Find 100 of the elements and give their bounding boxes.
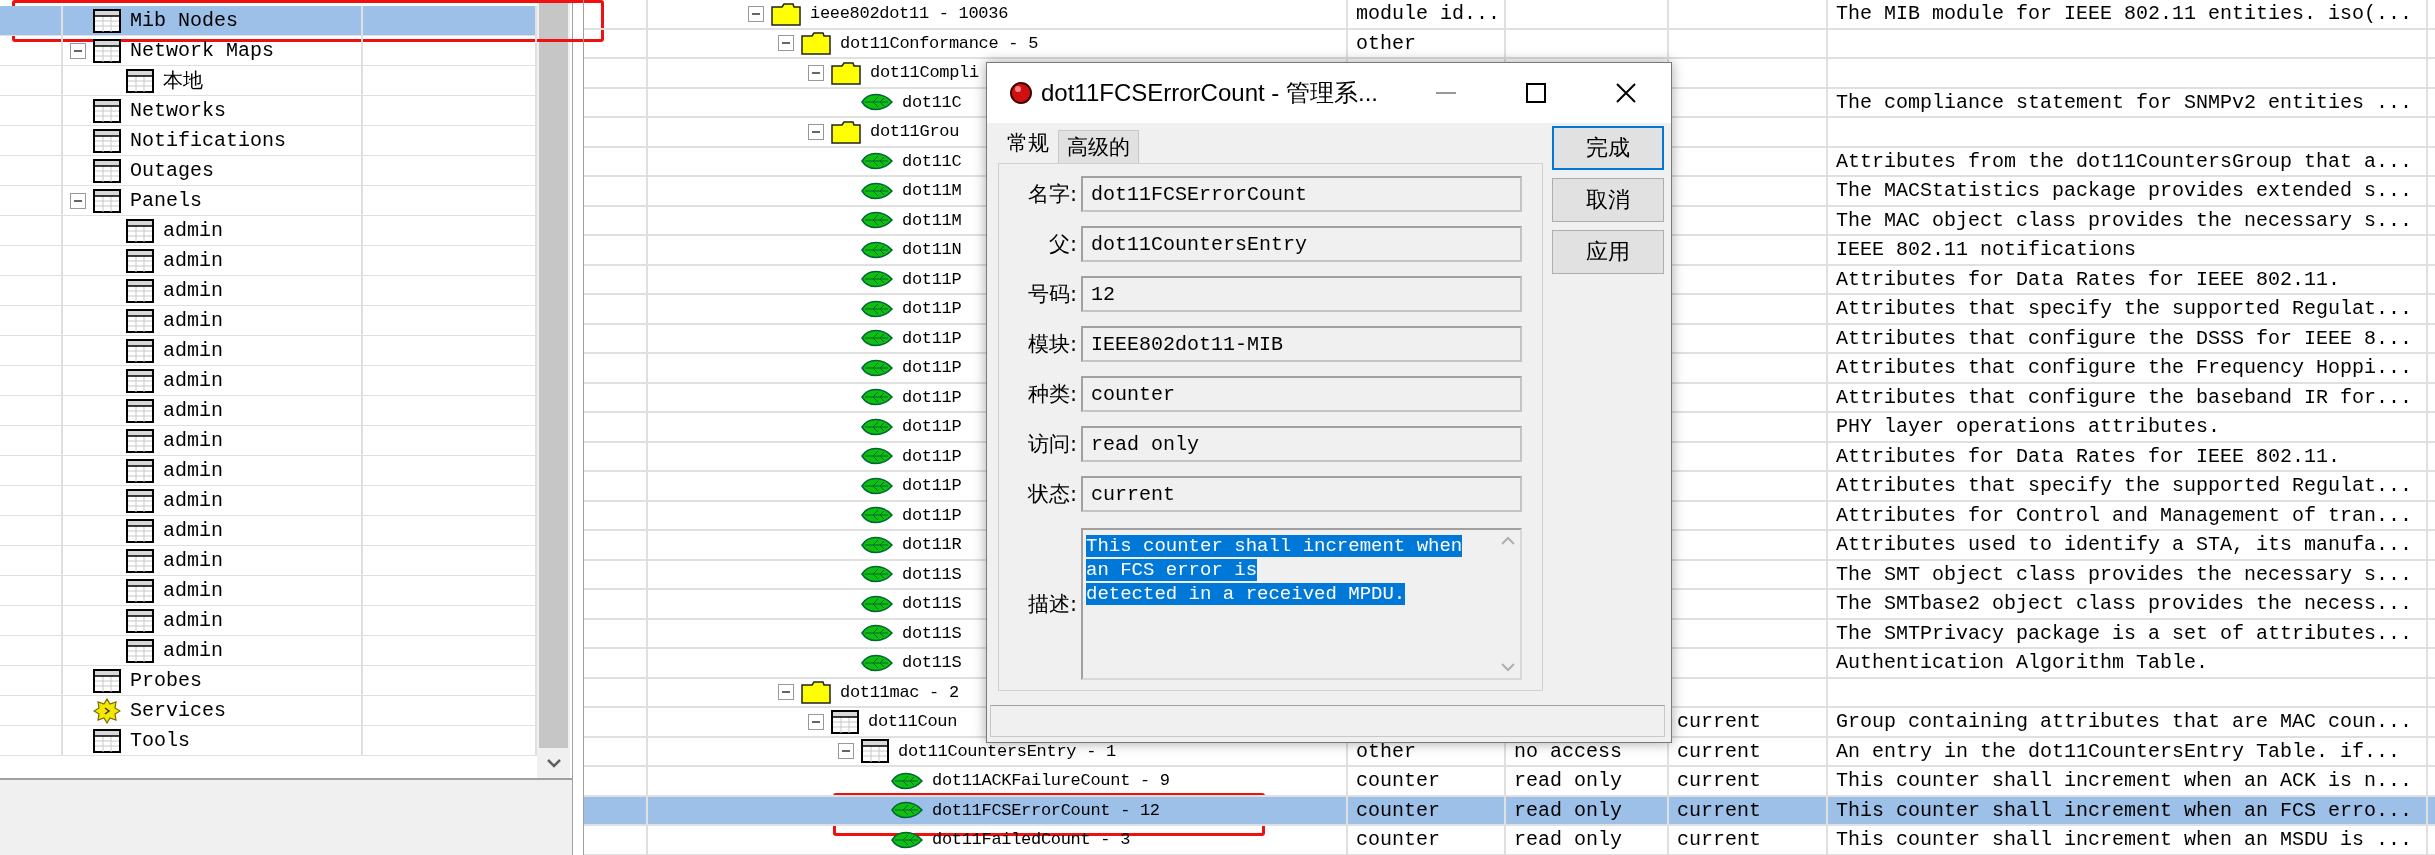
dialog-button[interactable]: 应用 <box>1552 230 1664 274</box>
table-icon <box>126 218 154 243</box>
tree-row[interactable]: Services <box>0 696 537 726</box>
node-label: dot11P <box>902 328 962 348</box>
collapse-toggle[interactable] <box>808 713 824 730</box>
tree-row[interactable]: dot11FailedCount - 3 counter read only current This counter shall increment when an MSDU is ... <box>584 826 2435 855</box>
node-label: dot11S <box>902 623 962 643</box>
node-label: admin <box>163 369 223 392</box>
node-label: Mib Nodes <box>130 9 239 32</box>
gear-icon <box>93 697 121 724</box>
field-label: 描述: <box>1026 591 1077 618</box>
collapse-toggle[interactable] <box>748 5 764 22</box>
tree-row[interactable]: 本地 <box>0 66 537 96</box>
table-icon <box>93 158 121 183</box>
tree-row[interactable]: ieee802dot11 - 10036 module id... The MIB module for IEEE 802.11 entities. iso(... <box>584 0 2435 30</box>
tree-row[interactable]: Panels <box>0 186 537 216</box>
table-icon <box>126 578 154 603</box>
folder-icon <box>801 31 831 56</box>
table-icon <box>93 8 121 33</box>
table-icon <box>93 728 121 753</box>
input-field[interactable]: dot11FCSErrorCount <box>1081 176 1522 212</box>
tree-row[interactable]: Tools <box>0 726 537 756</box>
tree-row[interactable]: admin <box>0 306 537 336</box>
tree-row[interactable]: admin <box>0 216 537 246</box>
collapse-toggle[interactable] <box>838 743 854 760</box>
tree-row[interactable]: admin <box>0 336 537 366</box>
table-cell: Attributes for Data Rates for IEEE 802.11. <box>1836 267 2341 291</box>
tree-row[interactable]: admin <box>0 636 537 666</box>
table-icon <box>93 98 121 123</box>
table-icon <box>126 638 154 663</box>
node-label: dot11P <box>902 417 962 437</box>
tree-row[interactable]: admin <box>0 366 537 396</box>
field-label: 名字: <box>1026 181 1077 208</box>
tree-row[interactable]: admin <box>0 246 537 276</box>
scrollbar[interactable] <box>537 0 570 778</box>
tree-row[interactable]: Outages <box>0 156 537 186</box>
table-cell: This counter shall increment when an MSDU is ... <box>1836 828 2413 852</box>
node-label: dot11S <box>902 594 962 614</box>
node-label: dot11P <box>902 505 962 525</box>
maximize-icon[interactable] <box>1526 83 1546 103</box>
tree-row[interactable]: admin <box>0 606 537 636</box>
table-cell: Group containing attributes that are MAC coun... <box>1836 710 2413 734</box>
dialog-button[interactable]: 取消 <box>1552 178 1664 222</box>
dialog-button[interactable]: 完成 <box>1552 126 1664 170</box>
collapse-toggle[interactable] <box>778 35 794 52</box>
node-label: dot11P <box>902 446 962 466</box>
table-icon <box>93 128 121 153</box>
input-field[interactable]: IEEE802dot11-MIB <box>1081 326 1522 362</box>
tree-row[interactable]: admin <box>0 576 537 606</box>
node-label: dot11M <box>902 210 962 230</box>
table-icon <box>126 488 154 513</box>
table-cell: Attributes from the dot11CountersGroup that a... <box>1836 149 2413 173</box>
folder-icon <box>831 60 861 85</box>
tree-row[interactable]: Network Maps <box>0 36 537 66</box>
input-field[interactable]: dot11CountersEntry <box>1081 226 1522 262</box>
tree-row[interactable]: Mib Nodes <box>0 6 537 36</box>
collapse-toggle[interactable] <box>808 64 824 81</box>
tree-row[interactable]: Notifications <box>0 126 537 156</box>
input-field[interactable]: counter <box>1081 376 1522 412</box>
table-icon <box>93 188 121 213</box>
table-icon <box>93 668 121 693</box>
close-icon[interactable] <box>1616 83 1636 103</box>
node-label: dot11FailedCount - 3 <box>932 830 1131 850</box>
tree-row[interactable]: admin <box>0 516 537 546</box>
node-label: dot11P <box>902 387 962 407</box>
scroll-down-icon[interactable] <box>546 758 561 768</box>
table-cell: This counter shall increment when an FCS erro... <box>1836 798 2413 822</box>
table-icon <box>861 739 889 764</box>
node-label: dot11C <box>902 92 962 112</box>
node-label: admin <box>163 279 223 302</box>
folder-icon <box>771 1 801 26</box>
tree-row[interactable]: admin <box>0 396 537 426</box>
collapse-toggle[interactable] <box>70 42 86 59</box>
collapse-toggle[interactable] <box>70 192 86 209</box>
table-cell: counter <box>1356 828 1440 852</box>
tree-row[interactable]: admin <box>0 546 537 576</box>
node-label: dot11C <box>902 151 962 171</box>
table-cell: Attributes that specify the supported Regulat... <box>1836 297 2413 321</box>
tree-row[interactable]: dot11FCSErrorCount - 12 counter read only current This counter shall increment when an FCS erro... <box>584 796 2435 826</box>
table-icon <box>126 278 154 303</box>
node-label: dot11S <box>902 653 962 673</box>
input-field[interactable]: 12 <box>1081 276 1522 312</box>
field-label: 种类: <box>1026 381 1077 408</box>
tree-row[interactable]: admin <box>0 276 537 306</box>
tree-row[interactable]: dot11Conformance - 5 other <box>584 29 2435 59</box>
input-field[interactable]: current <box>1081 476 1522 512</box>
node-label: dot11S <box>902 564 962 584</box>
tree-row[interactable]: Probes <box>0 666 537 696</box>
node-label: Probes <box>130 669 202 692</box>
collapse-toggle[interactable] <box>778 684 794 701</box>
tree-row[interactable]: admin <box>0 426 537 456</box>
tab[interactable]: 高级的 <box>1058 130 1139 163</box>
tree-row[interactable]: admin <box>0 456 537 486</box>
input-field[interactable]: read only <box>1081 426 1522 462</box>
tree-row[interactable]: Networks <box>0 96 537 126</box>
collapse-toggle[interactable] <box>808 123 824 140</box>
tree-row[interactable]: admin <box>0 486 537 516</box>
table-cell: counter <box>1356 769 1440 793</box>
table-icon <box>126 68 154 93</box>
node-label: admin <box>163 489 223 512</box>
